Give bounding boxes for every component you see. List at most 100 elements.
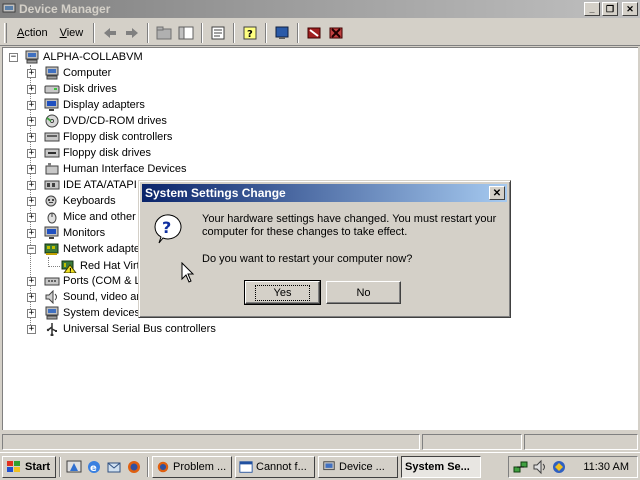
- expand-icon[interactable]: +: [27, 212, 36, 222]
- yes-button[interactable]: Yes: [244, 280, 321, 305]
- quicklaunch-ie[interactable]: e: [84, 457, 104, 477]
- status-cell-3: [524, 434, 638, 450]
- expand-icon[interactable]: +: [27, 228, 36, 238]
- status-cell-main: [2, 434, 420, 450]
- question-icon: ?: [154, 214, 182, 244]
- menu-view-rest: iew: [66, 26, 84, 39]
- outlook-express-icon: [107, 462, 121, 472]
- show-hide-tree-button[interactable]: [177, 24, 195, 42]
- tree-item[interactable]: + Computer: [27, 65, 111, 81]
- tree-item[interactable]: + Sound, video ar: [27, 289, 140, 305]
- close-window-button[interactable]: ✕: [622, 2, 638, 16]
- quicklaunch-show-desktop[interactable]: [64, 457, 84, 477]
- tree-item-label: Universal Serial Bus controllers: [63, 323, 216, 335]
- tree-child-label: Red Hat Virt: [80, 260, 140, 272]
- tree-item[interactable]: + Keyboards: [27, 193, 116, 209]
- svg-text:?: ?: [162, 218, 171, 237]
- expand-icon[interactable]: +: [27, 148, 36, 158]
- tree-item[interactable]: + Ports (COM & LP: [27, 273, 148, 289]
- menu-view[interactable]: View: [54, 25, 90, 41]
- expand-icon[interactable]: +: [27, 276, 36, 286]
- tree-item[interactable]: + Display adapters: [27, 97, 145, 113]
- help-button[interactable]: ?: [241, 24, 259, 42]
- disk-drive-icon: [44, 85, 60, 94]
- tree-child-device[interactable]: ! Red Hat Virt: [61, 258, 140, 274]
- folder-up-icon: [156, 26, 172, 39]
- expand-icon[interactable]: +: [27, 132, 36, 142]
- task-device-manager[interactable]: Device ...: [318, 455, 398, 478]
- start-button[interactable]: Start: [2, 455, 56, 478]
- tree-item[interactable]: + Floppy disk controllers: [27, 129, 172, 145]
- tree-item[interactable]: + Mice and other p: [27, 209, 145, 225]
- forward-arrow-icon: [126, 27, 139, 38]
- ide-icon: [44, 180, 60, 190]
- collapse-icon[interactable]: −: [9, 52, 18, 62]
- update-driver-button[interactable]: [305, 24, 323, 42]
- properties-button[interactable]: [209, 24, 227, 42]
- expand-icon[interactable]: +: [27, 196, 36, 206]
- tree-root[interactable]: − ALPHA-COLLABVM: [9, 49, 143, 65]
- tree-item[interactable]: + Universal Serial Bus controllers: [27, 321, 216, 337]
- task-label: Problem ...: [173, 460, 227, 473]
- yes-button-label: Yes: [254, 284, 311, 301]
- expand-icon[interactable]: +: [27, 324, 36, 334]
- system-settings-dialog: System Settings Change ✕ ? Your hardware…: [138, 180, 511, 318]
- close-icon: ✕: [492, 187, 502, 199]
- dialog-close-button[interactable]: ✕: [489, 186, 505, 200]
- window-titlebar: Device Manager _ ❐ ✕: [0, 0, 640, 18]
- expand-icon[interactable]: +: [27, 292, 36, 302]
- scan-hardware-button[interactable]: [273, 24, 291, 42]
- expand-icon[interactable]: +: [27, 308, 36, 318]
- update-tray-icon[interactable]: [551, 459, 567, 475]
- dialog-titlebar[interactable]: System Settings Change ✕: [142, 184, 507, 202]
- taskbar: Start e Problem ... Cannot f... Device .…: [0, 452, 640, 480]
- update-driver-icon: [307, 27, 321, 38]
- uninstall-button[interactable]: [327, 24, 345, 42]
- tree-item-label: System devices: [63, 307, 141, 319]
- tree-item-label: Computer: [63, 67, 112, 79]
- forward-button[interactable]: [123, 24, 141, 42]
- mouse-cursor-icon: [181, 262, 195, 283]
- expand-icon[interactable]: +: [27, 116, 36, 126]
- tree-item[interactable]: − Network adapte: [27, 241, 140, 257]
- restore-button[interactable]: ❐: [602, 2, 618, 16]
- tree-item-label: DVD/CD-ROM drives: [63, 115, 167, 127]
- tree-item[interactable]: + Disk drives: [27, 81, 117, 97]
- computer-icon: [45, 66, 59, 80]
- tree-item[interactable]: + IDE ATA/ATAPI: [27, 177, 137, 193]
- minimize-button[interactable]: _: [584, 2, 600, 16]
- expand-icon[interactable]: +: [27, 180, 36, 190]
- tree-item[interactable]: + Monitors: [27, 225, 105, 241]
- quicklaunch-firefox[interactable]: [124, 457, 144, 477]
- volume-icon[interactable]: [532, 459, 548, 475]
- up-folder-button[interactable]: [155, 24, 173, 42]
- menu-action[interactable]: Action: [11, 25, 54, 41]
- tree-item-label: Human Interface Devices: [63, 163, 187, 175]
- network-adapter-icon: [44, 243, 59, 255]
- clock[interactable]: 11:30 AM: [583, 461, 629, 473]
- toolbar-grip[interactable]: [4, 22, 7, 43]
- expand-icon[interactable]: +: [27, 68, 36, 78]
- task-firefox[interactable]: Problem ...: [152, 455, 232, 478]
- back-button[interactable]: [101, 24, 119, 42]
- task-system-settings[interactable]: System Se...: [401, 455, 481, 478]
- tree-item[interactable]: + Human Interface Devices: [27, 161, 187, 177]
- tree-item[interactable]: + Floppy disk drives: [27, 145, 151, 161]
- network-tray-icon[interactable]: [513, 459, 529, 475]
- collapse-icon[interactable]: −: [27, 244, 36, 254]
- tree-item-label: Display adapters: [63, 99, 145, 111]
- status-bar: [0, 433, 640, 451]
- no-button[interactable]: No: [326, 281, 401, 304]
- quicklaunch-outlook[interactable]: [104, 457, 124, 477]
- expand-icon[interactable]: +: [27, 164, 36, 174]
- status-cell-2: [422, 434, 522, 450]
- tree-item[interactable]: + System devices: [27, 305, 140, 321]
- task-cannot-find[interactable]: Cannot f...: [235, 455, 315, 478]
- task-label: System Se...: [405, 460, 470, 473]
- expand-icon[interactable]: +: [27, 84, 36, 94]
- tree-item-label: Sound, video ar: [63, 291, 141, 303]
- tree-item[interactable]: + DVD/CD-ROM drives: [27, 113, 167, 129]
- expand-icon[interactable]: +: [27, 100, 36, 110]
- toolbar-separator: [147, 22, 150, 43]
- floppy-drive-icon: [44, 148, 60, 158]
